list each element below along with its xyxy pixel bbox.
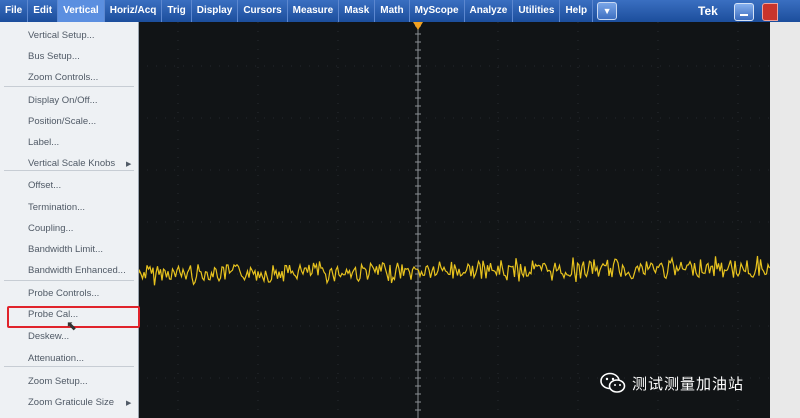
menu-item-probe-controls[interactable]: Probe Controls... [28, 288, 99, 299]
menu-item-zoom-graticule-size[interactable]: Zoom Graticule Size [28, 397, 114, 408]
menu-math[interactable]: Math [375, 0, 410, 22]
watermark: 测试测量加油站 [600, 370, 744, 396]
menu-measure[interactable]: Measure [288, 0, 340, 22]
chevron-down-icon[interactable]: ▼ [597, 2, 618, 20]
menu-myscope[interactable]: MyScope [410, 0, 465, 22]
menu-item-bus-setup[interactable]: Bus Setup... [28, 51, 80, 62]
menu-analyze[interactable]: Analyze [465, 0, 514, 22]
menu-utilities[interactable]: Utilities [513, 0, 561, 22]
menu-separator [4, 280, 134, 281]
waveform-display[interactable] [138, 22, 770, 418]
submenu-arrow-icon: ▶ [126, 400, 132, 407]
menu-item-vertical-setup[interactable]: Vertical Setup... [28, 30, 95, 41]
brand-logo: Tek [698, 4, 718, 18]
menu-separator [4, 170, 134, 171]
menu-display[interactable]: Display [192, 0, 239, 22]
menu-item-termination[interactable]: Termination... [28, 202, 85, 213]
menu-mask[interactable]: Mask [339, 0, 376, 22]
menu-item-zoom-setup[interactable]: Zoom Setup... [28, 376, 88, 387]
menu-item-bandwidth-limit[interactable]: Bandwidth Limit... [28, 244, 103, 255]
menu-separator [4, 86, 134, 87]
minimize-button[interactable] [734, 3, 754, 21]
menu-item-bandwidth-enhanced[interactable]: Bandwidth Enhanced... [28, 265, 126, 276]
close-button[interactable] [762, 3, 778, 21]
menu-file[interactable]: File [0, 0, 29, 22]
menu-item-label[interactable]: Label... [28, 137, 59, 148]
side-panel [770, 22, 800, 418]
menu-item-position-scale[interactable]: Position/Scale... [28, 116, 96, 127]
wechat-icon [600, 372, 626, 394]
menu-bar: File Edit Vertical Horiz/Acq Trig Display Curs… [0, 0, 800, 22]
menu-item-zoom-controls[interactable]: Zoom Controls... [28, 72, 98, 83]
menu-item-attenuation[interactable]: Attenuation... [28, 353, 84, 364]
menu-trig[interactable]: Trig [162, 0, 192, 22]
menu-separator [4, 366, 134, 367]
menu-item-coupling[interactable]: Coupling... [28, 223, 73, 234]
menu-help[interactable]: Help [560, 0, 594, 22]
menu-item-deskew[interactable]: Deskew... [28, 331, 69, 342]
graticule [138, 22, 770, 418]
vertical-menu: Vertical Setup... Bus Setup... Zoom Contro… [0, 22, 140, 418]
menu-cursors[interactable]: Cursors [238, 0, 288, 22]
trigger-marker-icon [413, 22, 423, 30]
menu-edit[interactable]: Edit [28, 0, 59, 22]
menu-item-vertical-scale-knobs[interactable]: Vertical Scale Knobs [28, 158, 115, 169]
mouse-cursor-icon: ⬉ [66, 318, 77, 333]
menu-horiz-acq[interactable]: Horiz/Acq [105, 0, 163, 22]
menu-vertical[interactable]: Vertical [58, 0, 105, 22]
submenu-arrow-icon: ▶ [126, 161, 132, 168]
menu-item-display-on-off[interactable]: Display On/Off... [28, 95, 98, 106]
channel-1-waveform [138, 255, 770, 286]
menu-item-offset[interactable]: Offset... [28, 180, 61, 191]
watermark-text: 测试测量加油站 [632, 374, 745, 393]
